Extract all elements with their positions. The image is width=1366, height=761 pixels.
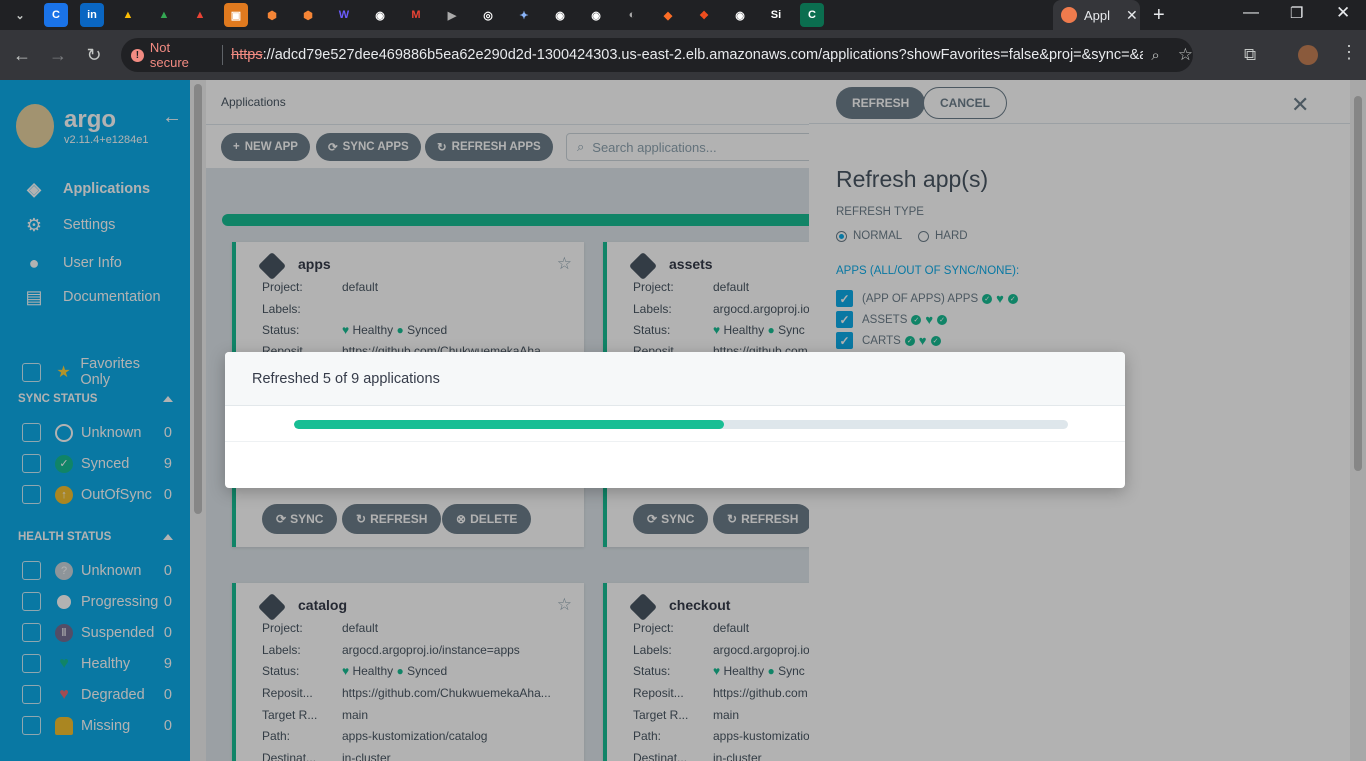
tab-favicon-github[interactable]: ◉	[728, 3, 752, 27]
menu-kebab-icon[interactable]: ⋮	[1340, 42, 1358, 63]
forward-icon[interactable]: →	[44, 41, 72, 69]
progress-fill	[294, 420, 725, 429]
bookmark-star-icon[interactable]: ☆	[1178, 45, 1193, 65]
omnibox[interactable]: ! Not secure https://adcd79e527dee469886…	[121, 38, 1193, 72]
tab-favicon-gitlab[interactable]: ◆	[656, 3, 680, 27]
tab-favicon-si[interactable]: Si	[764, 3, 788, 27]
active-tab[interactable]: Appl ✕	[1053, 0, 1140, 30]
tab-favicon-c[interactable]: C	[800, 3, 824, 27]
close-window-icon[interactable]: ✕	[1336, 3, 1350, 23]
tab-search-icon[interactable]: ⌄	[8, 3, 32, 27]
zoom-search-icon[interactable]: ⌕	[1151, 47, 1159, 64]
back-icon[interactable]: ←	[8, 41, 36, 69]
tab-favicon-aws[interactable]: ⬢	[260, 3, 284, 27]
dialog-header: Refreshed 5 of 9 applications	[225, 352, 1125, 406]
profile-avatar[interactable]	[1298, 45, 1318, 65]
tab-favicon-github[interactable]: ◉	[584, 3, 608, 27]
minimize-icon[interactable]: —	[1243, 4, 1259, 22]
not-secure-chip[interactable]: ! Not secure	[131, 40, 224, 70]
new-tab-icon[interactable]: +	[1153, 4, 1165, 27]
tab-favicon-c[interactable]: C	[44, 3, 68, 27]
tab-favicon-drive[interactable]: ▲	[116, 3, 140, 27]
tab-favicon-bot[interactable]: ◎	[476, 3, 500, 27]
warning-icon: !	[131, 48, 144, 62]
active-tab-title: Appl	[1084, 7, 1111, 23]
argo-page: argo v2.11.4+e1284e1 ← ◈ Applications ⚙ Se…	[0, 80, 1366, 761]
dialog-divider	[225, 441, 1125, 442]
tab-favicon-w[interactable]: W	[332, 3, 356, 27]
tab-favicon-drive[interactable]: ▲	[188, 3, 212, 27]
argo-tab-icon	[1061, 7, 1077, 23]
close-tab-icon[interactable]: ✕	[1126, 7, 1138, 24]
tab-favicon-youtube[interactable]: ▶	[440, 3, 464, 27]
progress-track	[294, 420, 1068, 429]
url-scheme: https	[231, 47, 263, 63]
tab-favicon-gemini[interactable]: ✦	[512, 3, 536, 27]
tab-favicon-linkedin[interactable]: in	[80, 3, 104, 27]
tab-favicon-figma[interactable]: ❖	[692, 3, 716, 27]
address-bar-row: ← → ↻ ! Not secure https://adcd79e527dee…	[0, 30, 1366, 80]
tab-favicon-drive[interactable]: ▲	[152, 3, 176, 27]
tab-favicon-aws[interactable]: ⬢	[296, 3, 320, 27]
url-rest: ://adcd79e527dee469886b5ea62e290d2d-1300…	[262, 47, 1144, 63]
reload-icon[interactable]: ↻	[80, 41, 108, 69]
url-text[interactable]: https://adcd79e527dee469886b5ea62e290d2d…	[231, 47, 1143, 63]
not-secure-label: Not secure	[149, 40, 189, 70]
tab-favicon-globe[interactable]: ◐	[620, 3, 644, 27]
refresh-progress-dialog: Refreshed 5 of 9 applications	[225, 352, 1125, 488]
dialog-title: Refreshed 5 of 9 applications	[252, 371, 440, 387]
tab-favicon-gmail[interactable]: M	[404, 3, 428, 27]
restore-icon[interactable]: ❐	[1290, 4, 1303, 22]
tab-favicon-github[interactable]: ◉	[368, 3, 392, 27]
extensions-icon[interactable]: ⧉	[1244, 45, 1256, 65]
tab-favicon-aws[interactable]: ▣	[224, 3, 248, 27]
tab-favicon-github[interactable]: ◉	[548, 3, 572, 27]
